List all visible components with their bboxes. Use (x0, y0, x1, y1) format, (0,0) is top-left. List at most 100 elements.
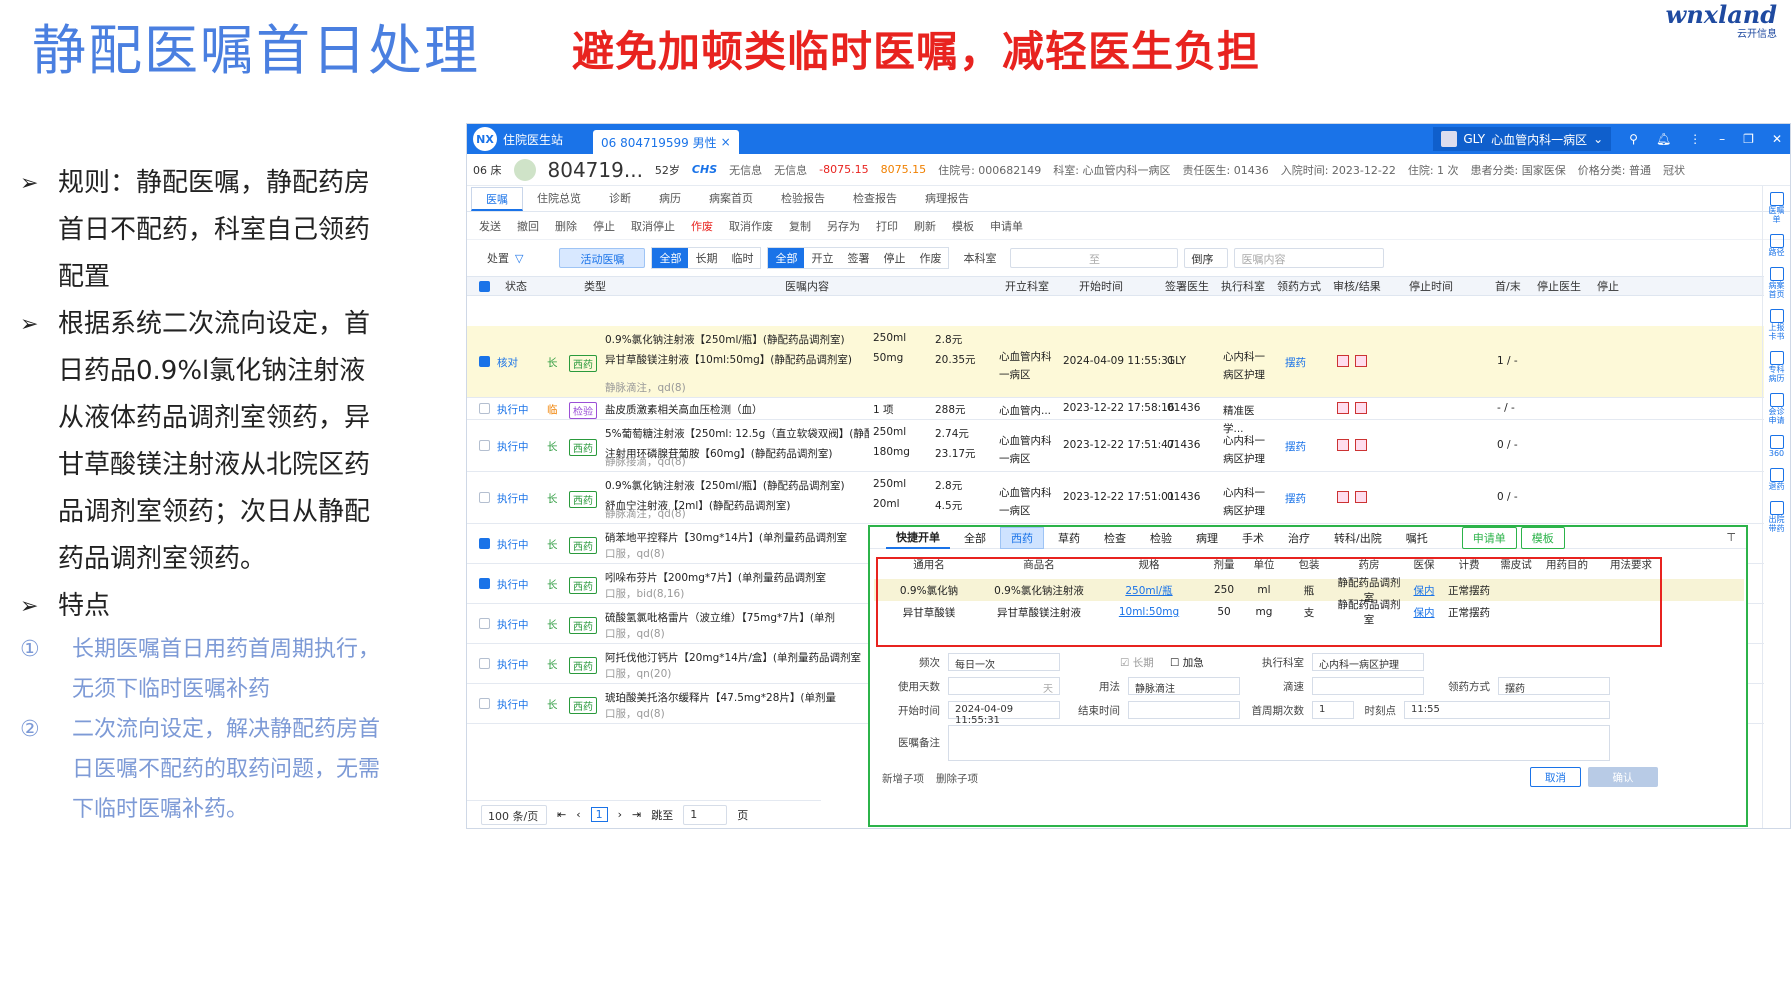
print-button[interactable]: 打印 (876, 218, 898, 234)
result-icon[interactable] (1355, 355, 1367, 367)
row-checkbox[interactable] (479, 440, 490, 451)
tab-overview[interactable]: 住院总览 (523, 187, 595, 211)
send-button[interactable]: 发送 (479, 218, 501, 234)
row-checkbox[interactable] (479, 538, 490, 549)
time-input[interactable]: 11:55 (1404, 701, 1610, 719)
tab-exam[interactable]: 检查 (1094, 528, 1136, 548)
sidebar-item[interactable]: 出院带药 (1767, 501, 1787, 533)
sidebar-item[interactable]: 病案首页 (1767, 267, 1787, 299)
copy-button[interactable]: 复制 (789, 218, 811, 234)
refresh-button[interactable]: 刷新 (914, 218, 936, 234)
patient-tab[interactable]: 06 804719599 男性 × (593, 130, 739, 154)
tab-surgery[interactable]: 手术 (1232, 528, 1274, 548)
days-input[interactable]: 天 (948, 677, 1060, 695)
sidebar-item[interactable]: 路径 (1767, 234, 1787, 257)
tab-homepage[interactable]: 病案首页 (695, 187, 767, 211)
exec-input[interactable]: 心内科一病区护理 (1312, 653, 1424, 671)
first-page-icon[interactable]: ⇤ (557, 808, 566, 821)
sidebar-item[interactable]: 360 (1767, 435, 1787, 458)
urgent-checkbox[interactable]: ☐ 加急 (1170, 655, 1204, 670)
status-void[interactable]: 作废 (912, 248, 948, 268)
order-search[interactable]: 医嘱内容 (1234, 248, 1385, 268)
usage-input[interactable]: 静脉滴注 (1128, 677, 1240, 695)
tab-western[interactable]: 西药 (1000, 526, 1044, 549)
filter-long[interactable]: 长期 (688, 248, 724, 268)
tab-orders[interactable]: 医嘱 (471, 187, 523, 211)
close-window-icon[interactable]: ✕ (1772, 132, 1782, 146)
row-checkbox[interactable] (479, 618, 490, 629)
status-signed[interactable]: 签署 (840, 248, 876, 268)
tab-quick-order[interactable]: 快捷开单 (886, 527, 950, 549)
delete-sub-button[interactable]: 删除子项 (936, 771, 978, 786)
active-orders-toggle[interactable]: 活动医嘱 (559, 248, 646, 268)
table-row[interactable]: 执行中 长西药 0.9%氯化钠注射液【250ml/瓶】(静配药品调剂室) 250ml 2… (467, 472, 1764, 524)
review-icon[interactable] (1337, 439, 1349, 451)
table-row[interactable]: 执行中 临检验 盐皮质激素相关高血压检测（血） 1 项 288元 心血管内... 2023-… (467, 398, 1764, 435)
tab-exam[interactable]: 检查报告 (839, 187, 911, 211)
confirm-button[interactable]: 确认 (1588, 767, 1658, 787)
bell-icon[interactable]: 🔔︎ (1656, 132, 1671, 146)
template-button[interactable]: 模板 (1520, 526, 1565, 549)
current-page[interactable]: 1 (590, 807, 608, 822)
goto-input[interactable]: 1 (683, 804, 728, 825)
drip-input[interactable] (1312, 677, 1424, 695)
minimize-icon[interactable]: – (1719, 132, 1725, 146)
table-row[interactable]: 核对 长西药 0.9%氯化钠注射液【250ml/瓶】(静配药品调剂室) 250ml 2.… (467, 326, 1764, 398)
review-icon[interactable] (1337, 491, 1349, 503)
order-select[interactable]: 倒序 (1184, 248, 1229, 268)
tab-treatment[interactable]: 治疗 (1278, 528, 1320, 548)
filter-temp[interactable]: 临时 (724, 248, 760, 268)
result-icon[interactable] (1355, 402, 1367, 414)
status-open[interactable]: 开立 (804, 248, 840, 268)
add-sub-button[interactable]: 新增子项 (882, 771, 924, 786)
search-icon[interactable]: ⚲ (1629, 132, 1638, 146)
stop-button[interactable]: 停止 (593, 218, 615, 234)
tab-advice[interactable]: 嘱托 (1396, 528, 1438, 548)
void-button[interactable]: 作废 (691, 218, 713, 234)
tab-diagnosis[interactable]: 诊断 (595, 187, 645, 211)
tab-transfer[interactable]: 转科/出院 (1324, 528, 1392, 548)
withdraw-button[interactable]: 撤回 (517, 218, 539, 234)
extra-label[interactable]: 冠状 (1663, 162, 1685, 178)
row-checkbox[interactable] (479, 658, 490, 669)
save-as-button[interactable]: 另存为 (827, 218, 860, 234)
tab-lab[interactable]: 检验 (1140, 528, 1182, 548)
tab-all[interactable]: 全部 (954, 528, 996, 548)
sidebar-item[interactable]: 专科病历 (1767, 351, 1787, 383)
select-all-checkbox[interactable] (479, 281, 490, 292)
row-checkbox[interactable] (479, 403, 490, 414)
sidebar-item[interactable]: 医嘱单 (1767, 192, 1787, 224)
row-checkbox[interactable] (479, 356, 490, 367)
review-icon[interactable] (1337, 402, 1349, 414)
request-button[interactable]: 申请单 (990, 218, 1023, 234)
result-icon[interactable] (1355, 439, 1367, 451)
restore-icon[interactable]: ❐ (1743, 132, 1754, 146)
tab-record[interactable]: 病历 (645, 187, 695, 211)
result-icon[interactable] (1355, 491, 1367, 503)
more-icon[interactable]: ⋮ (1689, 132, 1701, 146)
cancel-stop-button[interactable]: 取消停止 (631, 218, 675, 234)
sidebar-item[interactable]: 上报卡书 (1767, 309, 1787, 341)
cancel-button[interactable]: 取消 (1530, 767, 1581, 787)
filter-icon[interactable]: ▽ (515, 252, 523, 265)
review-icon[interactable] (1337, 355, 1349, 367)
row-checkbox[interactable] (479, 698, 490, 709)
pick-input[interactable]: 摆药 (1498, 677, 1610, 695)
status-all[interactable]: 全部 (768, 248, 805, 268)
last-page-icon[interactable]: ⇥ (632, 808, 641, 821)
user-menu[interactable]: GLY 心血管内科一病区 ⌄ (1433, 127, 1612, 151)
next-page-icon[interactable]: › (618, 808, 622, 821)
collapse-icon[interactable]: ⊤ (1726, 531, 1736, 544)
filter-all[interactable]: 全部 (652, 248, 689, 268)
tab-pathology[interactable]: 病理 (1186, 528, 1228, 548)
patient-id[interactable]: 804719... (548, 158, 643, 182)
tab-herbal[interactable]: 草药 (1048, 528, 1090, 548)
long-checkbox[interactable]: ☑ 长期 (1120, 655, 1154, 670)
sidebar-item[interactable]: 退药 (1767, 468, 1787, 491)
freq-input[interactable]: 每日一次 (948, 653, 1060, 671)
template-button[interactable]: 模板 (952, 218, 974, 234)
page-size-select[interactable]: 100 条/页 (481, 804, 547, 825)
table-row[interactable]: 执行中 长西药 5%葡萄糖注射液【250ml: 12.5g（直立软袋双阀】(静配药品… (467, 420, 1764, 472)
tab-lab[interactable]: 检验报告 (767, 187, 839, 211)
sidebar-item[interactable]: 会诊申请 (1767, 393, 1787, 425)
